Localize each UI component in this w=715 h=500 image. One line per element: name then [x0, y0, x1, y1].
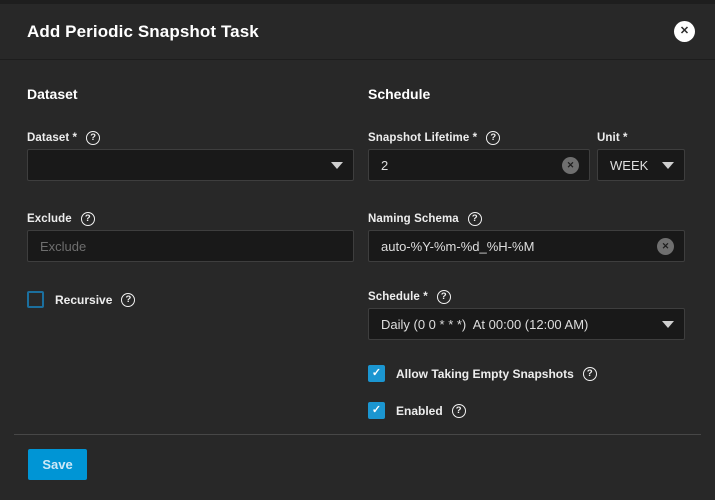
- help-icon[interactable]: ?: [437, 290, 451, 304]
- unit-field-group: Unit * WEEK: [597, 130, 685, 181]
- dataset-select[interactable]: [27, 149, 354, 181]
- exclude-input[interactable]: [40, 239, 343, 254]
- schedule-select[interactable]: Daily (0 0 * * *) At 00:00 (12:00 AM): [368, 308, 685, 340]
- unit-label: Unit *: [597, 132, 628, 144]
- dataset-section-heading: Dataset: [27, 86, 354, 103]
- exclude-label: Exclude: [27, 213, 72, 225]
- naming-schema-input[interactable]: [381, 239, 657, 254]
- schedule-label: Schedule *: [368, 291, 428, 303]
- schedule-select-value: Daily (0 0 * * *) At 00:00 (12:00 AM): [381, 317, 654, 332]
- dataset-column: Dataset Dataset * ? Exclude ?: [27, 60, 354, 419]
- allow-empty-snapshots-checkbox[interactable]: ✓ Allow Taking Empty Snapshots ?: [368, 365, 685, 382]
- unit-select-value: WEEK: [610, 158, 654, 173]
- help-icon[interactable]: ?: [86, 131, 100, 145]
- chevron-down-icon: [662, 162, 674, 169]
- checkbox-checked-icon: ✓: [368, 365, 385, 382]
- checkbox-unchecked-icon: [27, 291, 44, 308]
- chevron-down-icon: [662, 321, 674, 328]
- clear-icon[interactable]: ✕: [657, 238, 674, 255]
- help-icon[interactable]: ?: [81, 212, 95, 226]
- help-icon[interactable]: ?: [121, 293, 135, 307]
- help-icon[interactable]: ?: [486, 131, 500, 145]
- dialog-title: Add Periodic Snapshot Task: [27, 22, 259, 42]
- snapshot-lifetime-input[interactable]: [381, 158, 562, 173]
- help-icon[interactable]: ?: [452, 404, 466, 418]
- exclude-field-group: Exclude ?: [27, 211, 354, 262]
- naming-schema-label: Naming Schema: [368, 213, 459, 225]
- schedule-section-heading: Schedule: [368, 86, 685, 103]
- save-button[interactable]: Save: [28, 449, 87, 480]
- lifetime-field-box: ✕: [368, 149, 590, 181]
- help-icon[interactable]: ?: [583, 367, 597, 381]
- lifetime-field-group: Snapshot Lifetime * ? ✕: [368, 130, 590, 181]
- schedule-column: Schedule Snapshot Lifetime * ? ✕ Unit *: [368, 60, 685, 419]
- checkbox-checked-icon: ✓: [368, 402, 385, 419]
- dialog-footer: Save: [0, 434, 715, 500]
- allow-empty-snapshots-label: Allow Taking Empty Snapshots: [396, 367, 574, 381]
- recursive-label: Recursive: [55, 293, 112, 307]
- enabled-checkbox[interactable]: ✓ Enabled ?: [368, 402, 685, 419]
- close-icon[interactable]: ✕: [674, 21, 695, 42]
- naming-schema-field-box: ✕: [368, 230, 685, 262]
- add-periodic-snapshot-task-dialog: Add Periodic Snapshot Task ✕ Dataset Dat…: [0, 0, 715, 500]
- recursive-checkbox[interactable]: Recursive ?: [27, 291, 354, 308]
- snapshot-lifetime-label: Snapshot Lifetime *: [368, 132, 477, 144]
- clear-icon[interactable]: ✕: [562, 157, 579, 174]
- lifetime-unit-row: Snapshot Lifetime * ? ✕ Unit * WEEK: [368, 130, 685, 181]
- exclude-field-box: [27, 230, 354, 262]
- naming-schema-field-group: Naming Schema ? ✕: [368, 211, 685, 262]
- dataset-field-group: Dataset * ?: [27, 130, 354, 181]
- dialog-header: Add Periodic Snapshot Task ✕: [0, 4, 715, 60]
- footer-divider: [14, 434, 701, 435]
- enabled-label: Enabled: [396, 404, 443, 418]
- chevron-down-icon: [331, 162, 343, 169]
- dialog-body: Dataset Dataset * ? Exclude ?: [0, 60, 715, 419]
- schedule-field-group: Schedule * ? Daily (0 0 * * *) At 00:00 …: [368, 289, 685, 340]
- unit-select[interactable]: WEEK: [597, 149, 685, 181]
- dataset-label: Dataset *: [27, 132, 77, 144]
- help-icon[interactable]: ?: [468, 212, 482, 226]
